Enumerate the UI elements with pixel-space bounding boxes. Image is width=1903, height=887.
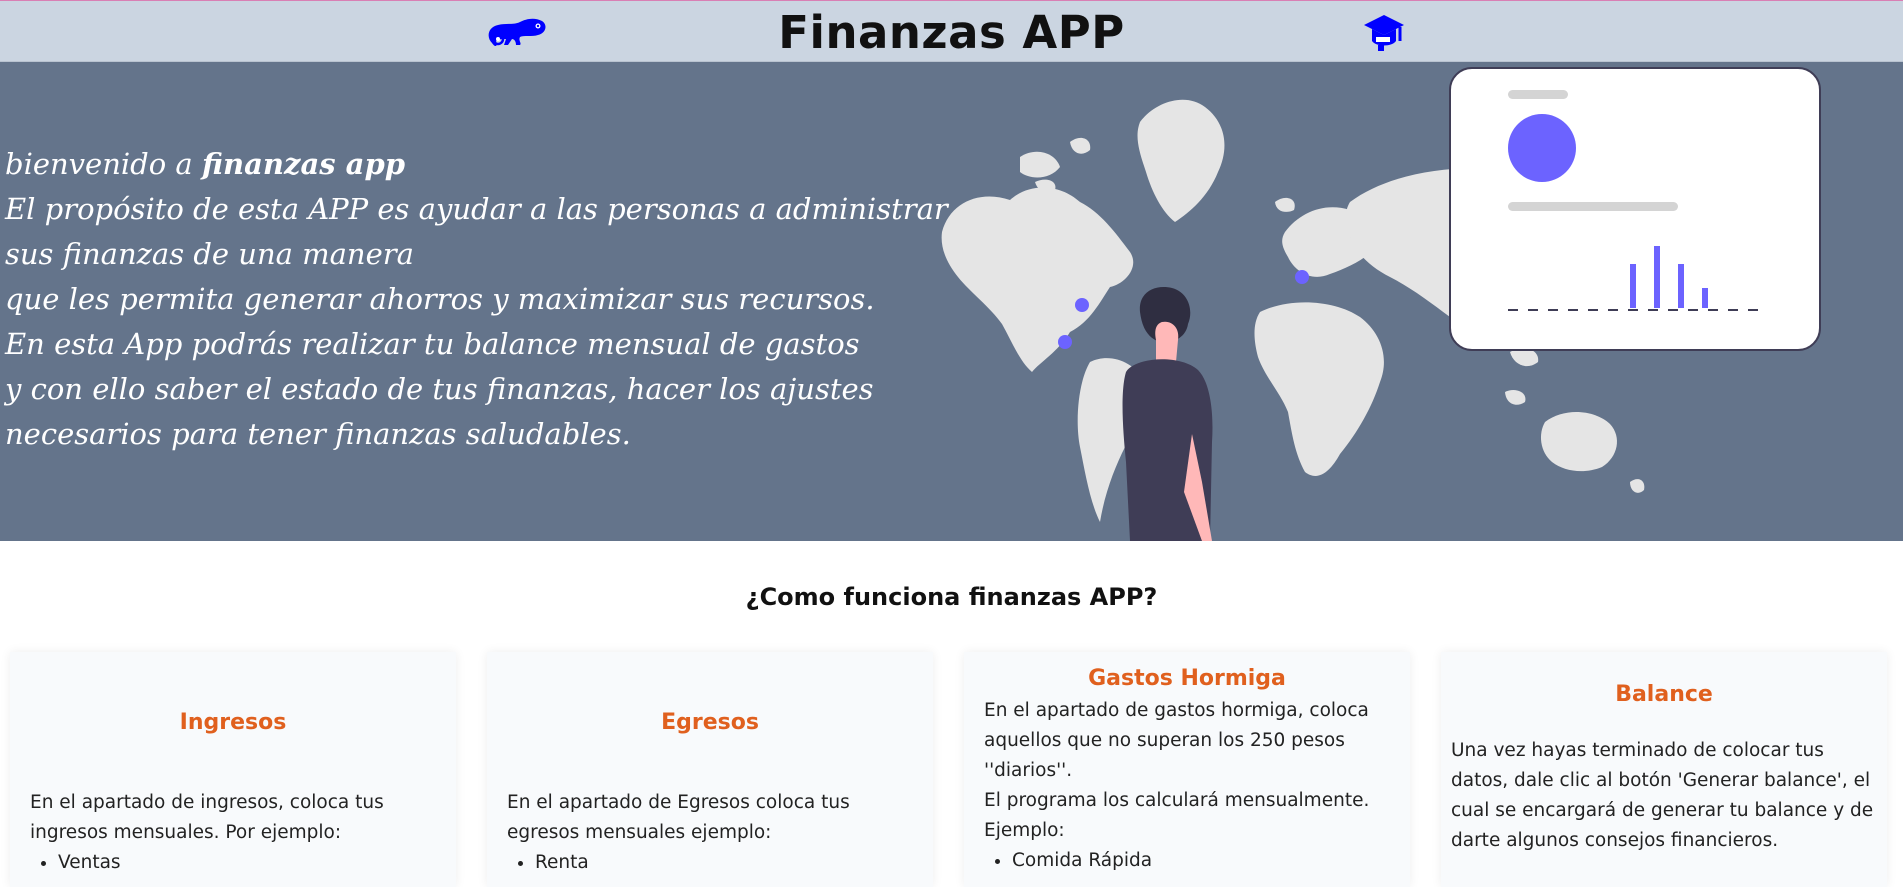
card-paragraph: Una vez hayas terminado de colocar tus d… [1451,740,1874,851]
hero-text: bienvenido a finanzas app El propósito d… [5,142,948,457]
dashboard-card-illustration [1449,67,1821,351]
card-paragraph: Ejemplo: [984,820,1065,841]
card-egresos: Egresos En el apartado de Egresos coloca… [487,652,933,887]
card-body: En el apartado de gastos hormiga, coloca… [984,696,1370,876]
card-title: Gastos Hormiga [1088,666,1286,691]
hero-line: El propósito de esta APP es ayudar a las… [5,192,948,226]
list-item: Renta [535,848,921,878]
map-location-dot [1295,270,1309,284]
card-paragraph: En el apartado de Egresos coloca tus egr… [507,792,850,843]
map-island [1020,151,1060,178]
card-paragraph: En el apartado de gastos hormiga, coloca… [984,700,1369,781]
card-body: Una vez hayas terminado de colocar tus d… [1451,736,1877,856]
list-item: Ventas [58,848,444,878]
person-figure [1122,287,1213,541]
map-island [1630,479,1645,493]
site-header: Finanzas APP [0,1,1903,62]
map-location-dot [1075,298,1089,312]
map-location-dot [1058,335,1072,349]
hero-app-name: finanzas app [201,147,406,181]
card-gastos-hormiga: Gastos Hormiga En el apartado de gastos … [964,652,1410,887]
hero-line: En esta App podrás realizar tu balance m… [5,327,860,361]
card-list: Renta [507,848,921,878]
graduation-cap-icon[interactable] [1362,11,1406,53]
how-it-works-title: ¿Como funciona finanzas APP? [745,583,1158,611]
card-balance: Balance Una vez hayas terminado de coloc… [1441,652,1887,887]
hero-line: que les permita generar ahorros y maximi… [5,282,875,316]
map-island [1505,390,1526,405]
hero-intro-line: bienvenido a finanzas app [5,142,945,187]
card-paragraph: En el apartado de ingresos, coloca tus i… [30,792,384,843]
hero-line: y con ello saber el estado de tus finanz… [5,372,874,406]
card-body: En el apartado de ingresos, coloca tus i… [30,788,444,878]
map-island [1070,137,1091,154]
card-list: Ventas [30,848,444,878]
card-paragraph: El programa los calculará mensualmente. [984,790,1370,811]
hero-intro-prefix: bienvenido a [5,147,202,181]
map-continent-greenland [1137,99,1225,222]
card-list: Comida Rápida [984,846,1370,876]
card-ingresos: Ingresos En el apartado de ingresos, col… [10,652,456,887]
card-title: Egresos [661,710,759,735]
list-item: Comida Rápida [1012,846,1370,876]
map-island [1275,197,1295,212]
card-body: En el apartado de Egresos coloca tus egr… [507,788,921,878]
map-continent-africa [1254,302,1384,476]
map-continent-north-america [941,187,1134,372]
card-title: Balance [1615,682,1713,707]
hero-line: sus finanzas de una manera [5,237,414,271]
hero-line: necesarios para tener finanzas saludable… [5,417,631,451]
card-title: Ingresos [179,710,287,735]
map-continent-australia [1540,412,1617,472]
app-title: Finanzas APP [778,6,1125,59]
